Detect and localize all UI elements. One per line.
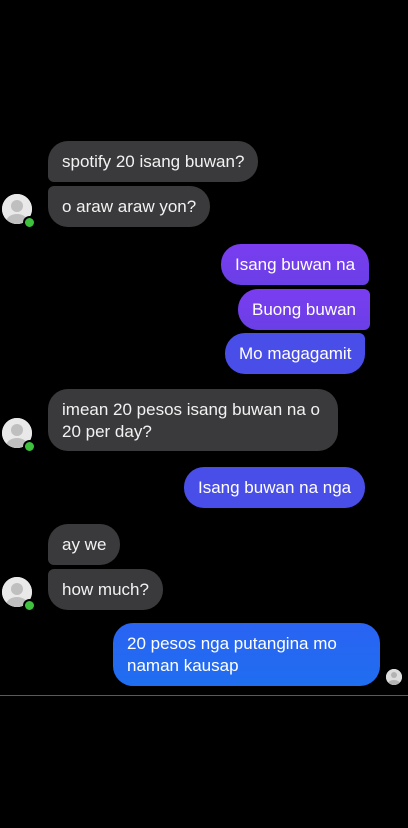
message-text: Isang buwan na nga <box>198 478 352 497</box>
message-text: spotify 20 isang buwan? <box>62 152 245 171</box>
message-text: 20 pesos nga putangina mo naman kausap <box>127 634 337 675</box>
message-text: o araw araw yon? <box>62 197 197 216</box>
message-text: imean 20 pesos isang buwan na o 20 per d… <box>62 400 321 441</box>
message-text: ay we <box>62 535 107 554</box>
message-text: how much? <box>62 580 149 599</box>
composer-divider <box>0 695 408 696</box>
incoming-message-bubble[interactable]: how much? <box>48 569 163 610</box>
outgoing-message-bubble[interactable]: Mo magagamit <box>225 333 366 374</box>
online-status-icon <box>23 599 36 612</box>
message-text: Mo magagamit <box>239 344 352 363</box>
online-status-icon <box>23 440 36 453</box>
message-text: Isang buwan na <box>235 255 356 274</box>
incoming-message-bubble[interactable]: spotify 20 isang buwan? <box>48 141 259 182</box>
outgoing-message-bubble[interactable]: Isang buwan na nga <box>184 467 366 508</box>
incoming-message-bubble[interactable]: o araw araw yon? <box>48 186 211 227</box>
message-text: Buong buwan <box>252 300 356 319</box>
outgoing-message-bubble[interactable]: Buong buwan <box>238 289 370 330</box>
outgoing-message-bubble[interactable]: Isang buwan na <box>221 244 370 285</box>
outgoing-message-bubble[interactable]: 20 pesos nga putangina mo naman kausap <box>113 623 380 686</box>
online-status-icon <box>23 216 36 229</box>
incoming-message-bubble[interactable]: ay we <box>48 524 121 565</box>
seen-receipt-icon <box>386 669 402 685</box>
incoming-message-bubble[interactable]: imean 20 pesos isang buwan na o 20 per d… <box>48 389 338 451</box>
